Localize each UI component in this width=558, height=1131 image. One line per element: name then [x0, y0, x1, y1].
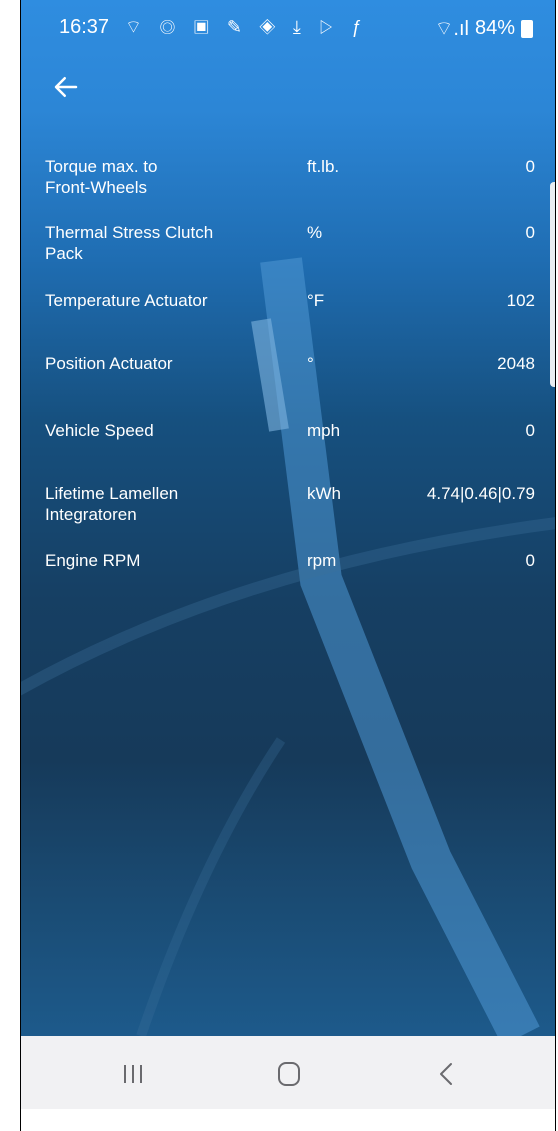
row-label: Engine RPM	[45, 551, 141, 570]
wifi-signal-icon: ⌔.ıl	[434, 18, 469, 40]
row-unit: %	[307, 223, 323, 242]
row-unit: °	[307, 354, 314, 373]
back-arrow-icon[interactable]	[51, 72, 81, 102]
battery-icon	[521, 19, 533, 38]
wifi-calling-icon: ⌔	[125, 17, 148, 37]
row-label: Torque max. to Front-Wheels	[45, 157, 158, 197]
play-store-icon: ▷	[317, 17, 341, 37]
row-value: 0	[525, 421, 535, 440]
back-icon[interactable]	[427, 1056, 467, 1092]
facebook-icon: ƒ	[351, 17, 368, 37]
row-label: Thermal Stress Clutch Pack	[45, 223, 214, 263]
recent-apps-icon[interactable]	[113, 1056, 153, 1092]
home-icon[interactable]	[269, 1056, 309, 1092]
notification-icons: ⌔ ◎ ▣ ✎ ◈ ⤓ ▷ ƒ	[125, 16, 368, 39]
row-value: 4.74|0.46|0.79	[426, 484, 535, 503]
row-value: 2048	[497, 354, 535, 373]
row-unit: rpm	[307, 551, 337, 570]
row-unit: °F	[307, 291, 325, 310]
row-unit: ft.lb.	[307, 157, 340, 176]
download-icon: ⤓	[292, 17, 307, 37]
row-value: 0	[525, 157, 535, 176]
mail-icon: ▣	[192, 17, 216, 37]
row-label: Position Actuator	[45, 354, 173, 373]
status-right: ⌔.ıl 84%	[435, 16, 533, 41]
system-nav-bar	[21, 1036, 555, 1109]
status-bar: 16:37 ⌔ ◎ ▣ ✎ ◈ ⤓ ▷ ƒ ⌔.ıl 84%	[21, 0, 555, 60]
row-label: Lifetime Lamellen Integratoren	[45, 484, 179, 524]
app-screen: 16:37 ⌔ ◎ ▣ ✎ ◈ ⤓ ▷ ƒ ⌔.ıl 84% Torque ma…	[21, 0, 555, 1036]
row-label: Temperature Actuator	[45, 291, 208, 310]
row-unit: mph	[307, 421, 341, 440]
scrollbar-thumb[interactable]	[550, 182, 555, 387]
sync-icon: ◎	[158, 17, 182, 37]
phone-frame: 16:37 ⌔ ◎ ▣ ✎ ◈ ⤓ ▷ ƒ ⌔.ıl 84% Torque ma…	[20, 0, 556, 1131]
shield-icon: ◈	[258, 17, 282, 37]
row-label: Vehicle Speed	[45, 421, 154, 440]
row-value: 102	[506, 291, 535, 310]
status-time: 16:37	[59, 16, 110, 38]
row-value: 0	[525, 551, 535, 570]
row-value: 0	[525, 223, 535, 242]
wrench-icon: ✎	[226, 17, 248, 37]
row-unit: kWh	[307, 484, 341, 503]
battery-percent: 84%	[474, 17, 515, 39]
